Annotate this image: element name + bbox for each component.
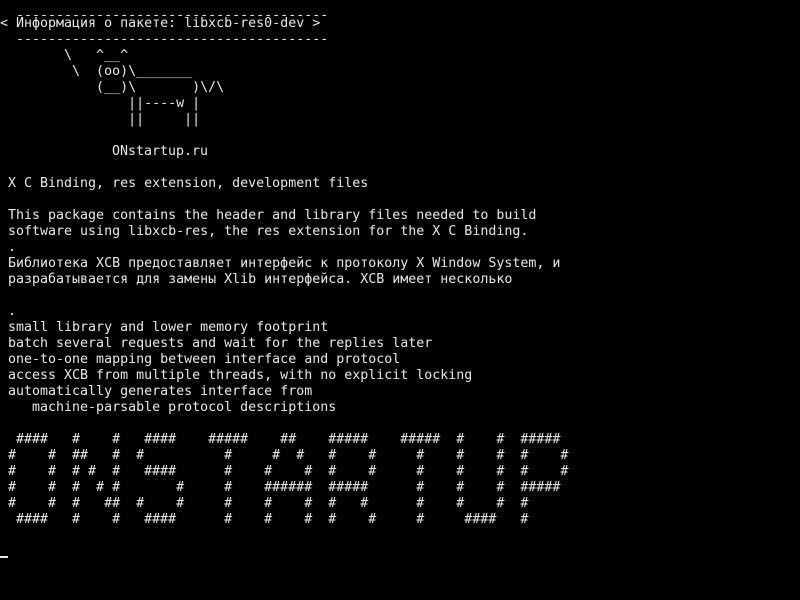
description-line: This package contains the header and lib… <box>8 208 537 223</box>
cowsay-cow-line: \ (oo)\_______ <box>8 64 193 79</box>
site-name: ONstartup.ru <box>112 144 209 159</box>
cowsay-cow-line: (__)\ )\/\ <box>8 80 225 95</box>
banner-line: # # # # # # # ###### ##### # # # ##### <box>8 480 561 495</box>
banner-line: # # # ## # # # # # # # # # # # <box>8 496 529 511</box>
description-line: разрабатывается для замены Xlib интерфей… <box>8 272 513 287</box>
feature-line: small library and lower memory footprint <box>8 320 329 335</box>
cowsay-cow-line: || || <box>8 112 201 127</box>
banner-line: #### # # #### # # # # # # #### # <box>8 512 529 527</box>
description-line: . <box>8 240 17 255</box>
feature-line: access XCB from multiple threads, with n… <box>8 368 473 383</box>
description-line: Библиотека XCB предоставляет интерфейс к… <box>8 256 561 271</box>
cowsay-message: < Информация о пакете: libxcb-res0-dev > <box>0 16 321 31</box>
features-separator: . <box>8 304 17 319</box>
cowsay-cow-line: \ ^__^ <box>8 48 129 63</box>
feature-line: batch several requests and wait for the … <box>8 336 433 351</box>
feature-line: one-to-one mapping between interface and… <box>8 352 401 367</box>
package-summary: X C Binding, res extension, development … <box>8 176 369 191</box>
banner-line: #### # # #### ##### ## ##### ##### # # #… <box>8 432 561 447</box>
feature-line: machine-parsable protocol descriptions <box>8 400 337 415</box>
description-line: software using libxcb-res, the res exten… <box>8 224 529 239</box>
cowsay-cow-line: ||----w | <box>8 96 201 111</box>
banner-line: # # # # # #### # # # # # # # # # # <box>8 464 569 479</box>
cowsay-border-bottom: --------------------------------------- <box>8 32 329 47</box>
terminal-screen[interactable]: --------------------------------------- … <box>0 0 800 600</box>
banner-line: # # ## # # # # # # # # # # # # <box>8 448 569 463</box>
feature-line: automatically generates interface from <box>8 384 313 399</box>
text-cursor <box>0 556 8 558</box>
